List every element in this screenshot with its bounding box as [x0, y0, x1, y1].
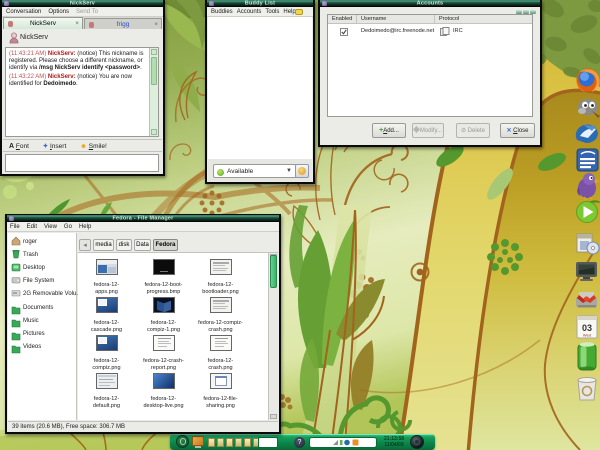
svg-text:Wed: Wed [583, 333, 591, 338]
svg-text:03: 03 [582, 323, 592, 333]
